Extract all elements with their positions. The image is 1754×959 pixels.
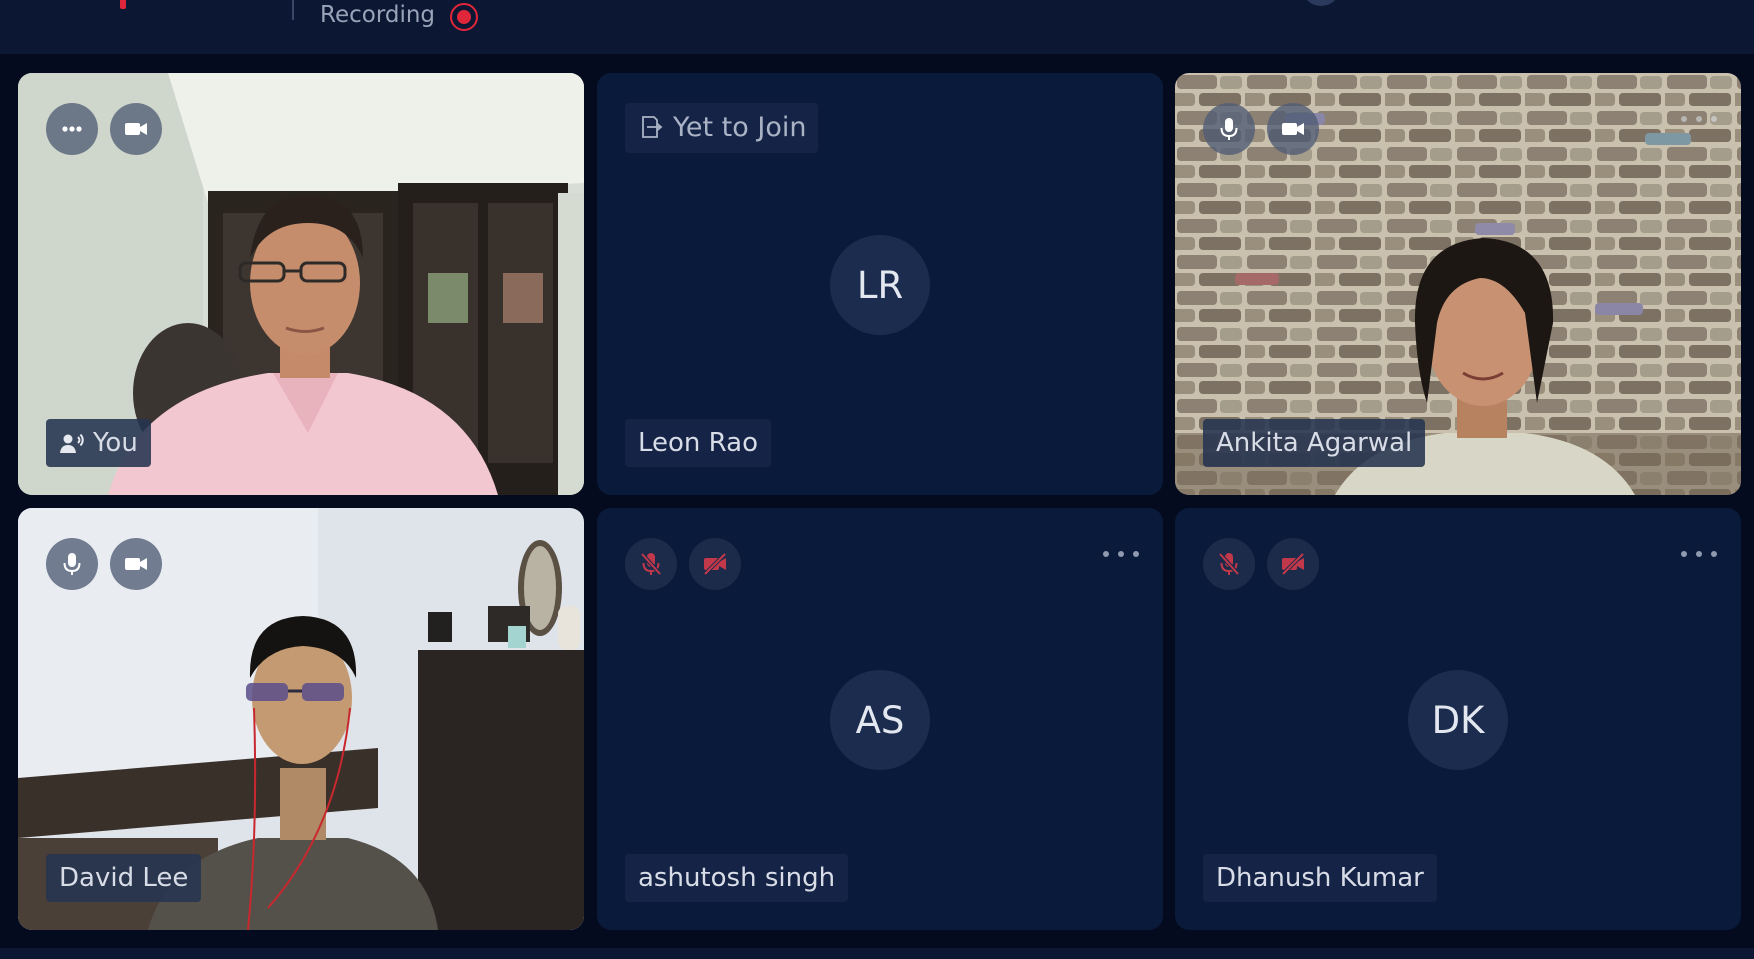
participant-name-tag: Dhanush Kumar	[1203, 854, 1437, 902]
camera-off-icon	[1281, 552, 1305, 576]
microphone-button[interactable]	[1203, 103, 1255, 155]
logo-icon	[120, 0, 126, 9]
more-options-button[interactable]	[1681, 544, 1717, 564]
camera-button[interactable]	[1267, 103, 1319, 155]
participant-tile-david-lee[interactable]: David Lee	[18, 508, 584, 930]
top-bar: Recording	[0, 0, 1754, 54]
bottom-bar	[0, 948, 1754, 959]
header-divider	[292, 0, 294, 20]
microphone-muted-icon	[640, 552, 662, 576]
microphone-muted-button[interactable]	[1203, 538, 1255, 590]
more-options-button[interactable]	[46, 103, 98, 155]
microphone-icon	[1220, 118, 1238, 140]
microphone-muted-button[interactable]	[625, 538, 677, 590]
participant-initials-avatar: LR	[830, 235, 930, 335]
participant-name-tag: ashutosh singh	[625, 854, 849, 902]
participant-tile-ankita-agarwal[interactable]: Ankita Agarwal	[1175, 73, 1741, 495]
participant-initials-avatar: DK	[1408, 670, 1508, 770]
participant-tile-ashutosh-singh[interactable]: AS ashutosh singh	[597, 508, 1163, 930]
camera-off-button[interactable]	[689, 538, 741, 590]
microphone-muted-icon	[1218, 552, 1240, 576]
participant-name: Leon Rao	[638, 428, 759, 458]
more-options-button[interactable]	[1103, 544, 1139, 564]
participant-initials-avatar: AS	[830, 670, 930, 770]
recording-indicator-icon	[450, 3, 478, 31]
speaking-icon	[60, 433, 84, 453]
participant-name-tag: Ankita Agarwal	[1203, 419, 1426, 467]
more-icon	[62, 126, 82, 132]
participant-tile-you[interactable]: You	[18, 73, 584, 495]
camera-icon	[125, 558, 147, 570]
camera-icon	[1282, 123, 1304, 135]
microphone-icon	[63, 553, 81, 575]
more-options-button[interactable]	[1681, 109, 1717, 129]
participant-tile-dhanush-kumar[interactable]: DK Dhanush Kumar	[1175, 508, 1741, 930]
participant-name: Ankita Agarwal	[1216, 428, 1413, 458]
yet-to-join-badge: Yet to Join	[625, 103, 819, 153]
camera-off-icon	[703, 552, 727, 576]
camera-button[interactable]	[110, 538, 162, 590]
participant-name: You	[93, 428, 138, 458]
join-door-icon	[642, 115, 663, 138]
recording-label: Recording	[320, 2, 436, 28]
join-status: Yet to Join	[673, 112, 807, 143]
camera-button[interactable]	[110, 103, 162, 155]
camera-off-button[interactable]	[1267, 538, 1319, 590]
participant-name: ashutosh singh	[638, 863, 836, 893]
participant-name: David Lee	[59, 863, 189, 893]
participant-name-tag: Leon Rao	[625, 419, 772, 467]
participant-name-tag: David Lee	[46, 854, 202, 902]
avatar[interactable]	[1304, 0, 1338, 6]
camera-icon	[125, 123, 147, 135]
participant-name-tag: You	[46, 419, 151, 467]
participant-name: Dhanush Kumar	[1216, 863, 1424, 893]
microphone-button[interactable]	[46, 538, 98, 590]
participant-tile-leon-rao[interactable]: Yet to Join LR Leon Rao	[597, 73, 1163, 495]
